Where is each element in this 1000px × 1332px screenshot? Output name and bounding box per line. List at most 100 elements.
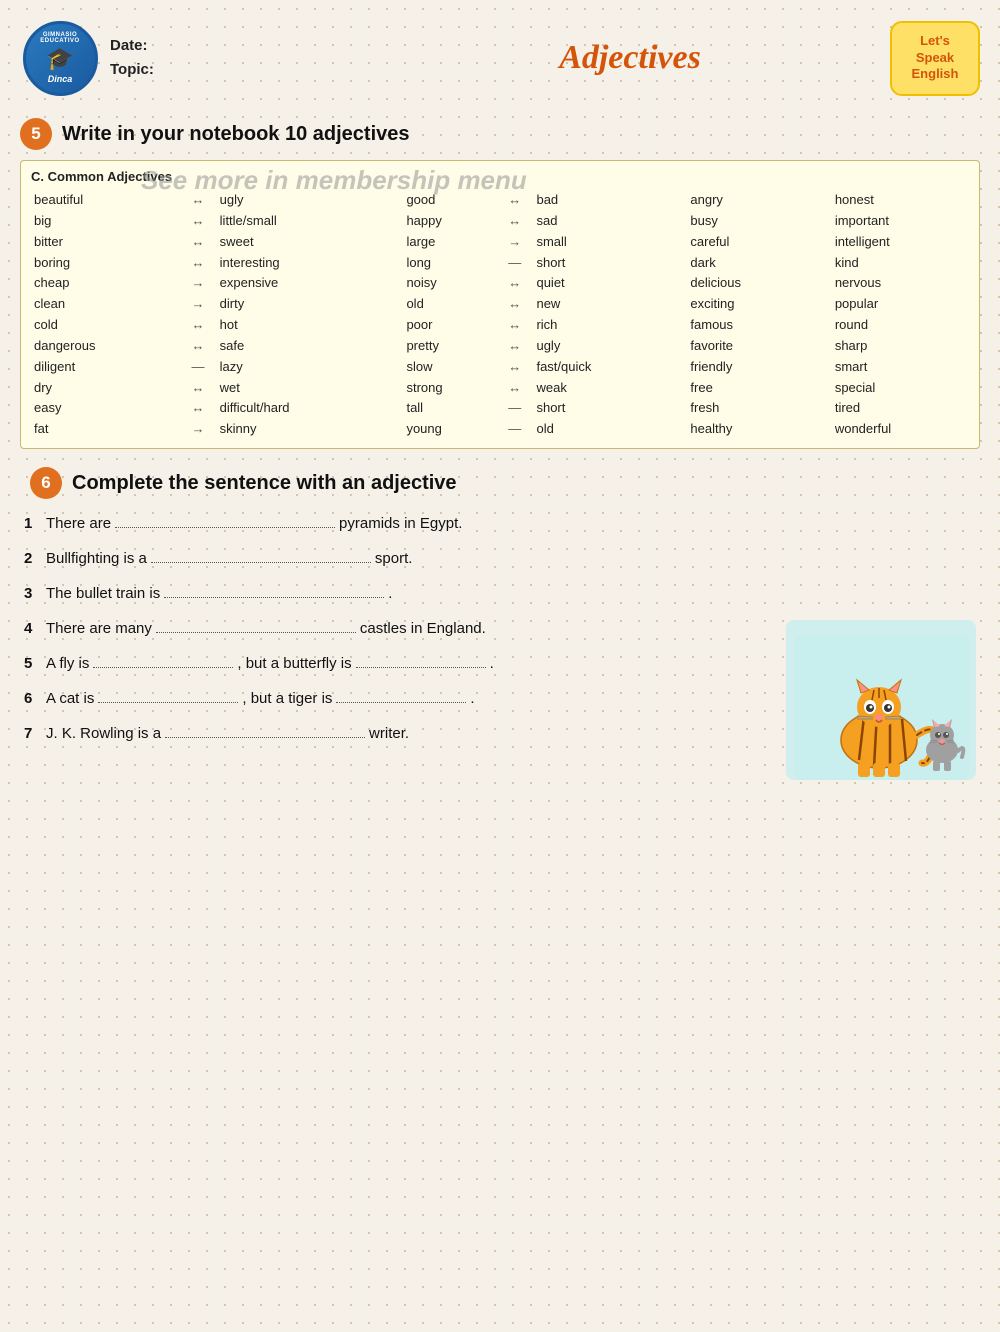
adj-col1: easy [31,398,179,419]
adj-col3: tall [403,398,496,419]
adj-arrow2: ↔ [496,378,533,399]
adj-col3: old [403,294,496,315]
ex1-blank[interactable] [115,527,335,528]
adj-arrow1: ↔ [179,398,216,419]
adj-col6: special [832,378,969,399]
adj-col6: round [832,315,969,336]
ex1-text-after: pyramids in Egypt. [339,515,462,532]
ex6-text-middle: , but a tiger is [242,690,332,707]
adj-col6: kind [832,253,969,274]
adj-col3: young [403,419,496,440]
adj-col1: clean [31,294,179,315]
adj-arrow1: ↔ [179,190,216,211]
ex6-blank2[interactable] [336,702,466,703]
adj-arrow2: ↔ [496,190,533,211]
ex3-text-before: The bullet train is [46,585,160,602]
section5-title: Write in your notebook 10 adjectives [62,123,410,146]
adj-col2: sweet [217,232,384,253]
ex4-text-before: There are many [46,620,152,637]
badge-line2: Speak [916,50,954,67]
adjectives-table-section: See more in membership menu C. Common Ad… [20,160,980,449]
table-row: boring ↔ interesting long — short dark k… [31,253,969,274]
adj-arrow2: ↔ [496,211,533,232]
section6-title: Complete the sentence with an adjective [72,472,457,495]
ex7-num: 7 [24,725,40,742]
ex7-blank[interactable] [165,737,365,738]
adj-col3: pretty [403,336,496,357]
lets-speak-english-badge: Let's Speak English [890,21,980,96]
adj-col2: dirty [217,294,384,315]
adj-col5: dark [687,253,811,274]
exercise-body: 1 There are pyramids in Egypt. 2 Bullfig… [20,509,980,786]
adjectives-table: beautiful ↔ ugly good ↔ bad angry honest… [31,190,969,440]
ex5-blank1[interactable] [93,667,233,668]
adj-col6: smart [832,357,969,378]
table-row: dangerous ↔ safe pretty ↔ ugly favorite … [31,336,969,357]
tiger-cat-illustration [794,635,969,780]
adj-col1: dangerous [31,336,179,357]
ex5-blank2[interactable] [356,667,486,668]
adj-col4: old [533,419,667,440]
adj-col4: quiet [533,273,667,294]
ex3-blank[interactable] [164,597,384,598]
ex6-text-after: . [470,690,474,707]
adj-col3: strong [403,378,496,399]
adj-col6: important [832,211,969,232]
exercise-row-5: 5 A fly is , but a butterfly is . [24,655,776,672]
adj-col6: popular [832,294,969,315]
table-row: easy ↔ difficult/hard tall — short fresh… [31,398,969,419]
adj-col6: honest [832,190,969,211]
badge-line3: English [912,66,959,83]
ex2-text-after: sport. [375,550,413,567]
adj-col1: diligent [31,357,179,378]
ex6-text-before: A cat is [46,690,94,707]
adj-col2: safe [217,336,384,357]
adj-col2: wet [217,378,384,399]
adj-col6: nervous [832,273,969,294]
exercise-row-7: 7 J. K. Rowling is a writer. [24,725,776,742]
school-logo: GIMNASIO EDUCATIVO 🎓 Dinca [20,18,100,98]
table-label: C. Common Adjectives [31,169,969,184]
adj-arrow1: → [179,294,216,315]
ex6-num: 6 [24,690,40,707]
adj-arrow2: ↔ [496,357,533,378]
adj-arrow2: ↔ [496,273,533,294]
adj-col6: intelligent [832,232,969,253]
adj-col3: happy [403,211,496,232]
table-row: beautiful ↔ ugly good ↔ bad angry honest [31,190,969,211]
adj-arrow2: — [496,398,533,419]
table-row: bitter ↔ sweet large → small careful int… [31,232,969,253]
adj-col3: good [403,190,496,211]
adj-arrow2: — [496,253,533,274]
exercise-row-3: 3 The bullet train is . [24,585,976,602]
ex4-blank[interactable] [156,632,356,633]
adj-col5: careful [687,232,811,253]
page-header: GIMNASIO EDUCATIVO 🎓 Dinca Date: Topic: … [10,10,990,102]
adj-arrow1: ↔ [179,253,216,274]
adj-col1: bitter [31,232,179,253]
adj-col5: friendly [687,357,811,378]
adj-col5: favorite [687,336,811,357]
adj-col5: famous [687,315,811,336]
adj-arrow1: ↔ [179,232,216,253]
exercise-row-2: 2 Bullfighting is a sport. [24,550,976,567]
ex5-num: 5 [24,655,40,672]
section5-header: 5 Write in your notebook 10 adjectives [20,118,990,150]
adj-col5: fresh [687,398,811,419]
adj-arrow2: ↔ [496,315,533,336]
ex7-text-before: J. K. Rowling is a [46,725,161,742]
ex2-blank[interactable] [151,562,371,563]
adj-col4: weak [533,378,667,399]
adj-col2: lazy [217,357,384,378]
ex6-blank1[interactable] [98,702,238,703]
date-topic-block: Date: Topic: [110,34,370,82]
adj-col4: rich [533,315,667,336]
adj-arrow1: ↔ [179,378,216,399]
table-row: cheap → expensive noisy ↔ quiet deliciou… [31,273,969,294]
table-row: fat → skinny young — old healthy wonderf… [31,419,969,440]
exercise-row-1: 1 There are pyramids in Egypt. [24,515,976,532]
ex2-text-before: Bullfighting is a [46,550,147,567]
adj-col3: slow [403,357,496,378]
logo-subtitle: Dinca [48,74,73,84]
adj-arrow2: → [496,232,533,253]
